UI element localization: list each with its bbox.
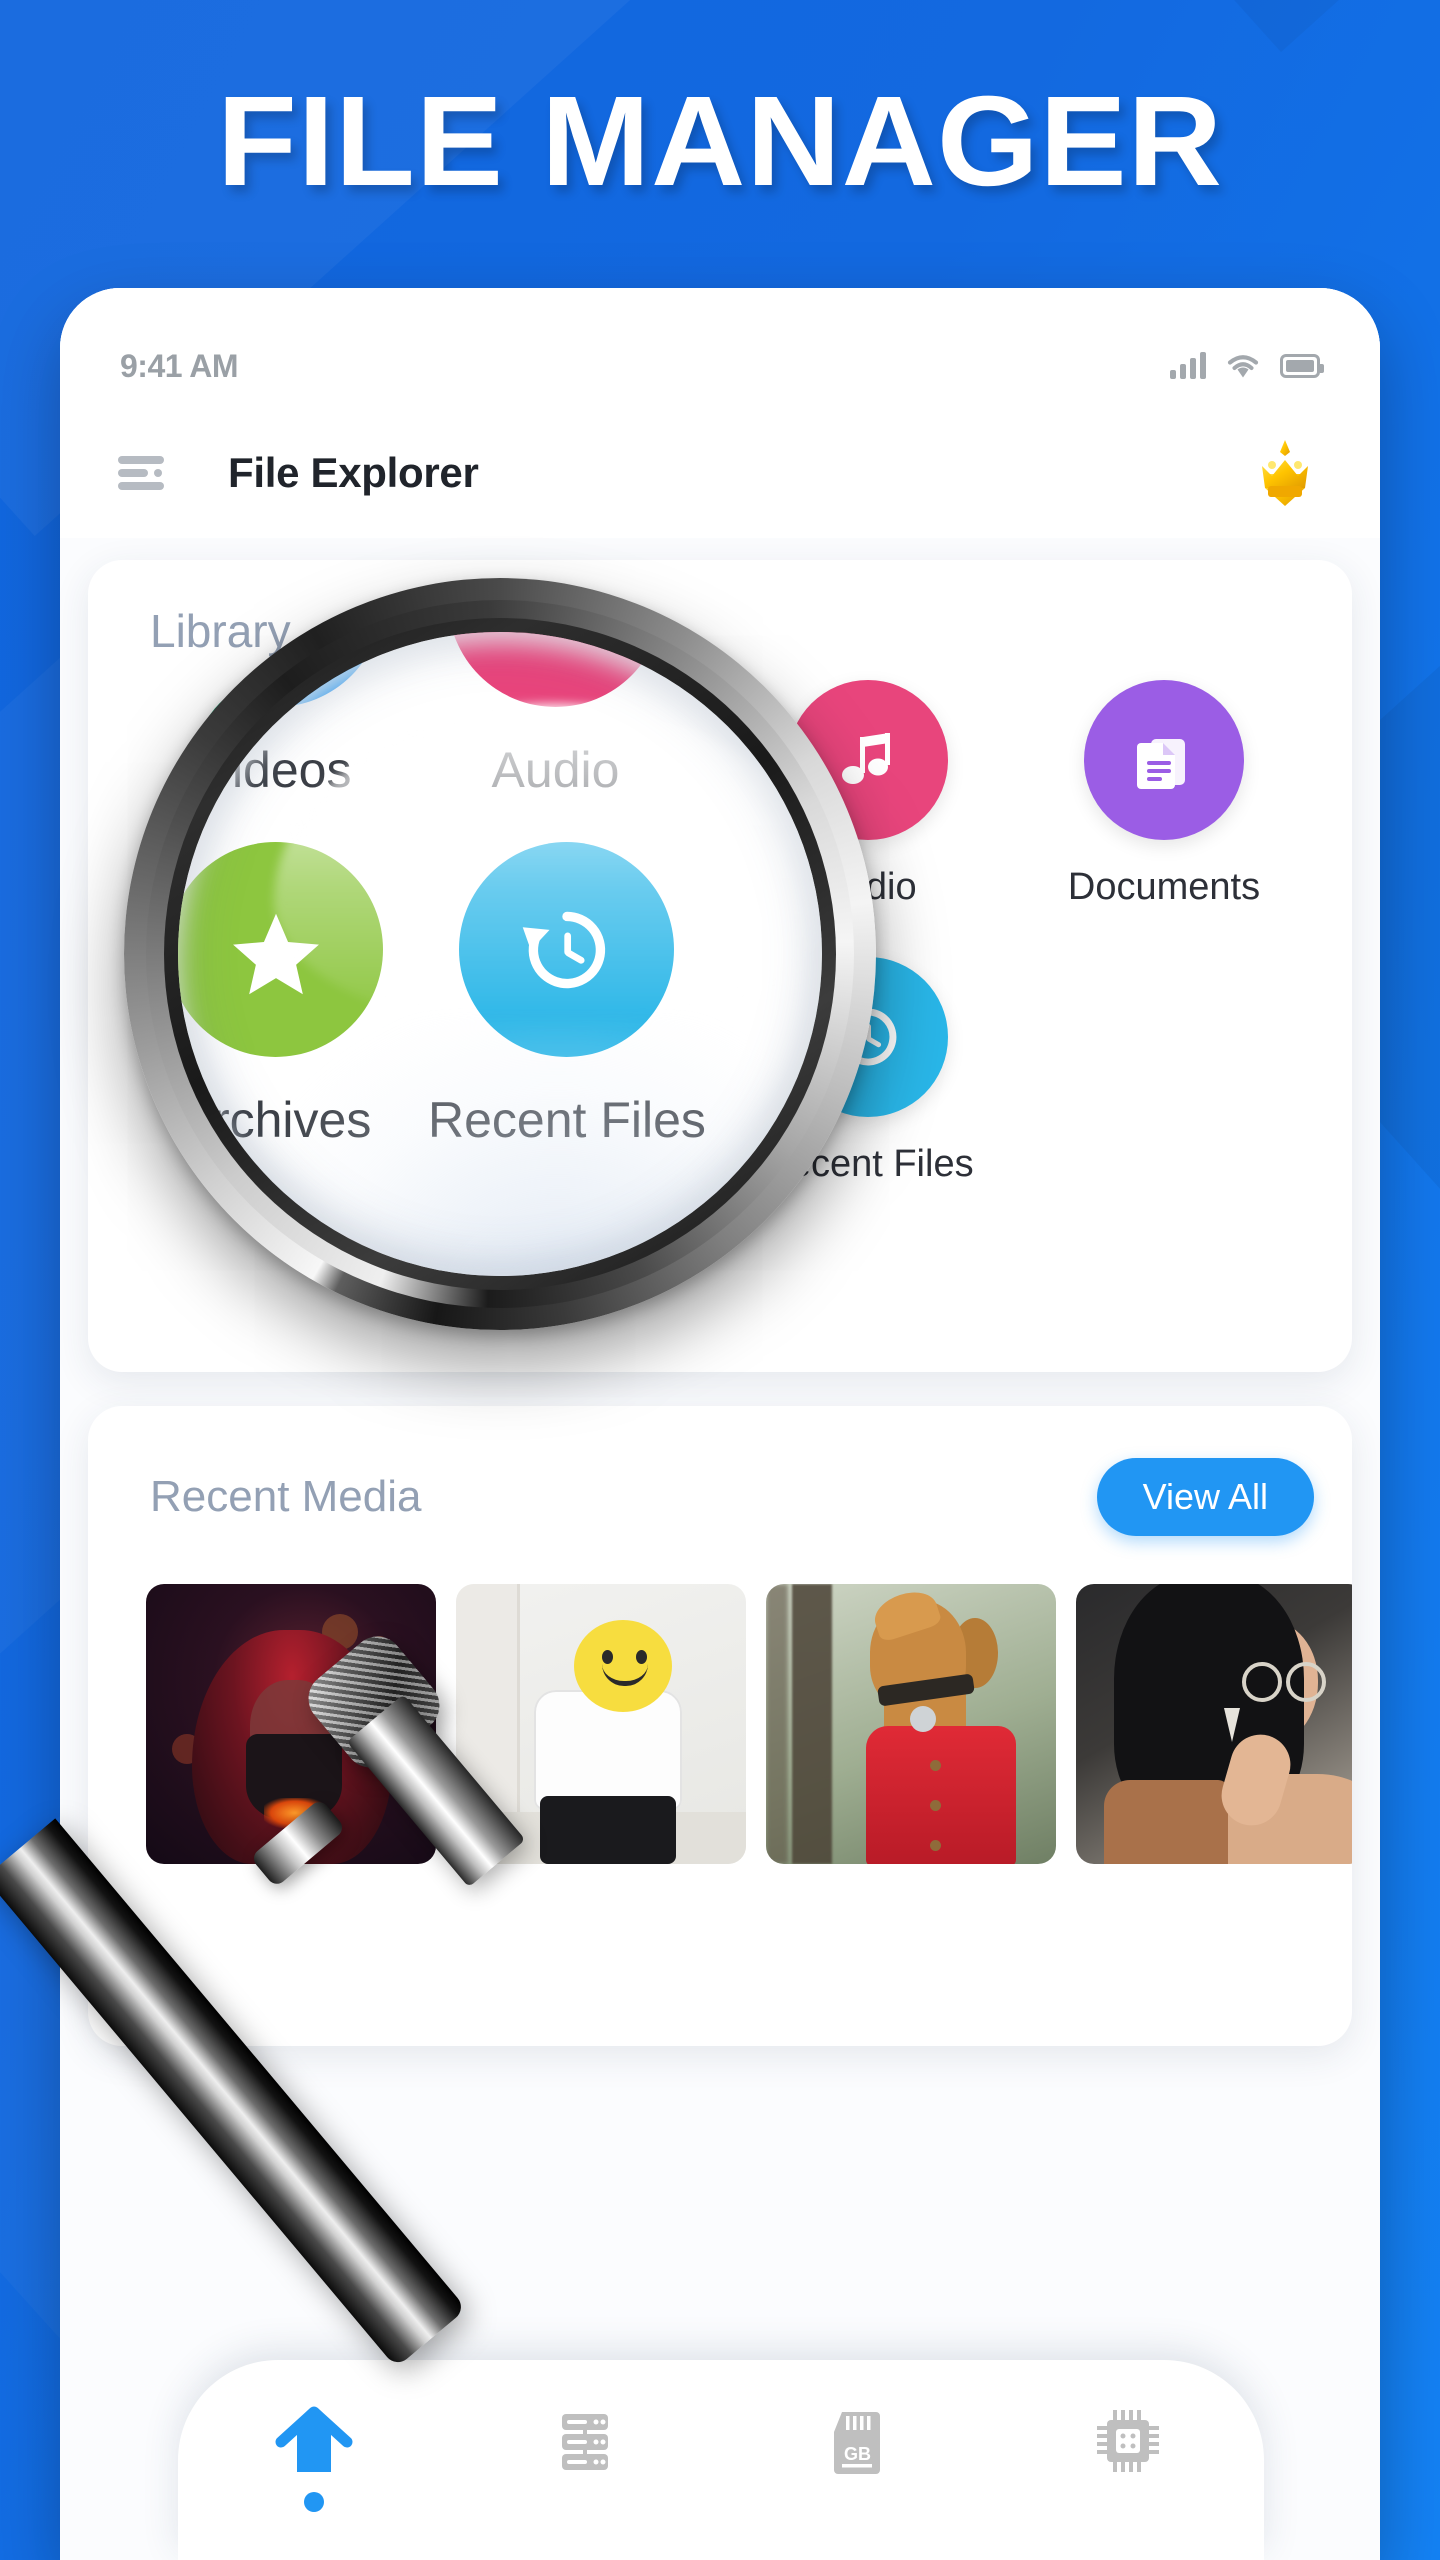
- wifi-icon: [1227, 355, 1259, 378]
- image-icon: [196, 680, 356, 840]
- library-grid: Images Videos Audio Documents APK APK's …: [128, 680, 1312, 1186]
- recent-media-header: Recent Media View All: [150, 1454, 1314, 1540]
- crown-icon[interactable]: [1248, 436, 1322, 510]
- library-item-apks[interactable]: APK APK's: [128, 957, 424, 1186]
- library-heading: Library: [150, 605, 291, 657]
- recent-media-thumbnail[interactable]: [1076, 1584, 1352, 1864]
- library-item-label: APK's: [224, 1143, 328, 1185]
- recent-media-thumbnail[interactable]: [456, 1584, 746, 1864]
- hero-title: FILE MANAGER: [217, 70, 1223, 213]
- library-card: Library Images Videos Audio Documents AP…: [88, 560, 1352, 1372]
- home-icon: [275, 2406, 353, 2472]
- hamburger-menu-icon[interactable]: [118, 456, 164, 490]
- library-item-audio[interactable]: Audio: [720, 680, 1016, 909]
- status-time: 9:41 AM: [120, 347, 239, 384]
- library-item-recent-files[interactable]: Recent Files: [720, 957, 1016, 1186]
- recent-media-thumbnail[interactable]: [146, 1584, 436, 1864]
- document-icon: [1084, 680, 1244, 840]
- library-item-label: Videos: [514, 866, 630, 908]
- star-icon: [492, 957, 652, 1117]
- status-bar: 9:41 AM: [60, 288, 1380, 408]
- library-item-documents[interactable]: Documents: [1016, 680, 1312, 909]
- sdcard-label: GB: [844, 2444, 871, 2464]
- nav-item-cpu[interactable]: [1068, 2404, 1188, 2478]
- bg-stripe: [1000, 0, 1440, 53]
- recent-media-heading: Recent Media: [150, 1472, 422, 1521]
- library-item-label: Images: [213, 866, 339, 908]
- recent-media-card: Recent Media View All: [88, 1406, 1352, 2046]
- library-item-label: Audio: [819, 866, 917, 908]
- library-item-label: Documents: [1067, 866, 1261, 908]
- apk-icon: APK: [196, 957, 356, 1117]
- status-icons: [1170, 352, 1324, 379]
- recent-media-thumbnails: [146, 1584, 1352, 1864]
- bottom-navigation-bar: GB: [178, 2360, 1264, 2560]
- storage-icon: [562, 2414, 609, 2470]
- nav-item-storage[interactable]: [525, 2404, 645, 2478]
- nav-item-sdcard[interactable]: GB: [797, 2404, 917, 2478]
- nav-active-indicator: [303, 2492, 324, 2512]
- app-bar: File Explorer: [60, 408, 1380, 538]
- library-item-label: Recent Files: [762, 1143, 974, 1185]
- recent-media-thumbnail[interactable]: [766, 1584, 1056, 1864]
- library-item-label: Archives: [499, 1143, 645, 1185]
- cpu-icon: [1097, 2410, 1160, 2472]
- phone-mockup: 9:41 AM File Explorer Library Images Vid…: [60, 288, 1380, 2560]
- phone-screen: 9:41 AM File Explorer Library Images Vid…: [60, 288, 1380, 2560]
- view-all-button[interactable]: View All: [1096, 1458, 1314, 1536]
- signal-bars-icon: [1170, 352, 1206, 379]
- page-title: File Explorer: [228, 449, 479, 496]
- library-item-archives[interactable]: Archives: [424, 957, 720, 1186]
- history-icon: [788, 957, 948, 1117]
- music-icon: [788, 680, 948, 840]
- nav-item-home[interactable]: [254, 2404, 374, 2512]
- video-icon: [492, 680, 652, 840]
- battery-icon: [1280, 354, 1324, 378]
- library-item-images[interactable]: Images: [128, 680, 424, 909]
- library-item-videos[interactable]: Videos: [424, 680, 720, 909]
- sdcard-icon: GB: [833, 2412, 880, 2474]
